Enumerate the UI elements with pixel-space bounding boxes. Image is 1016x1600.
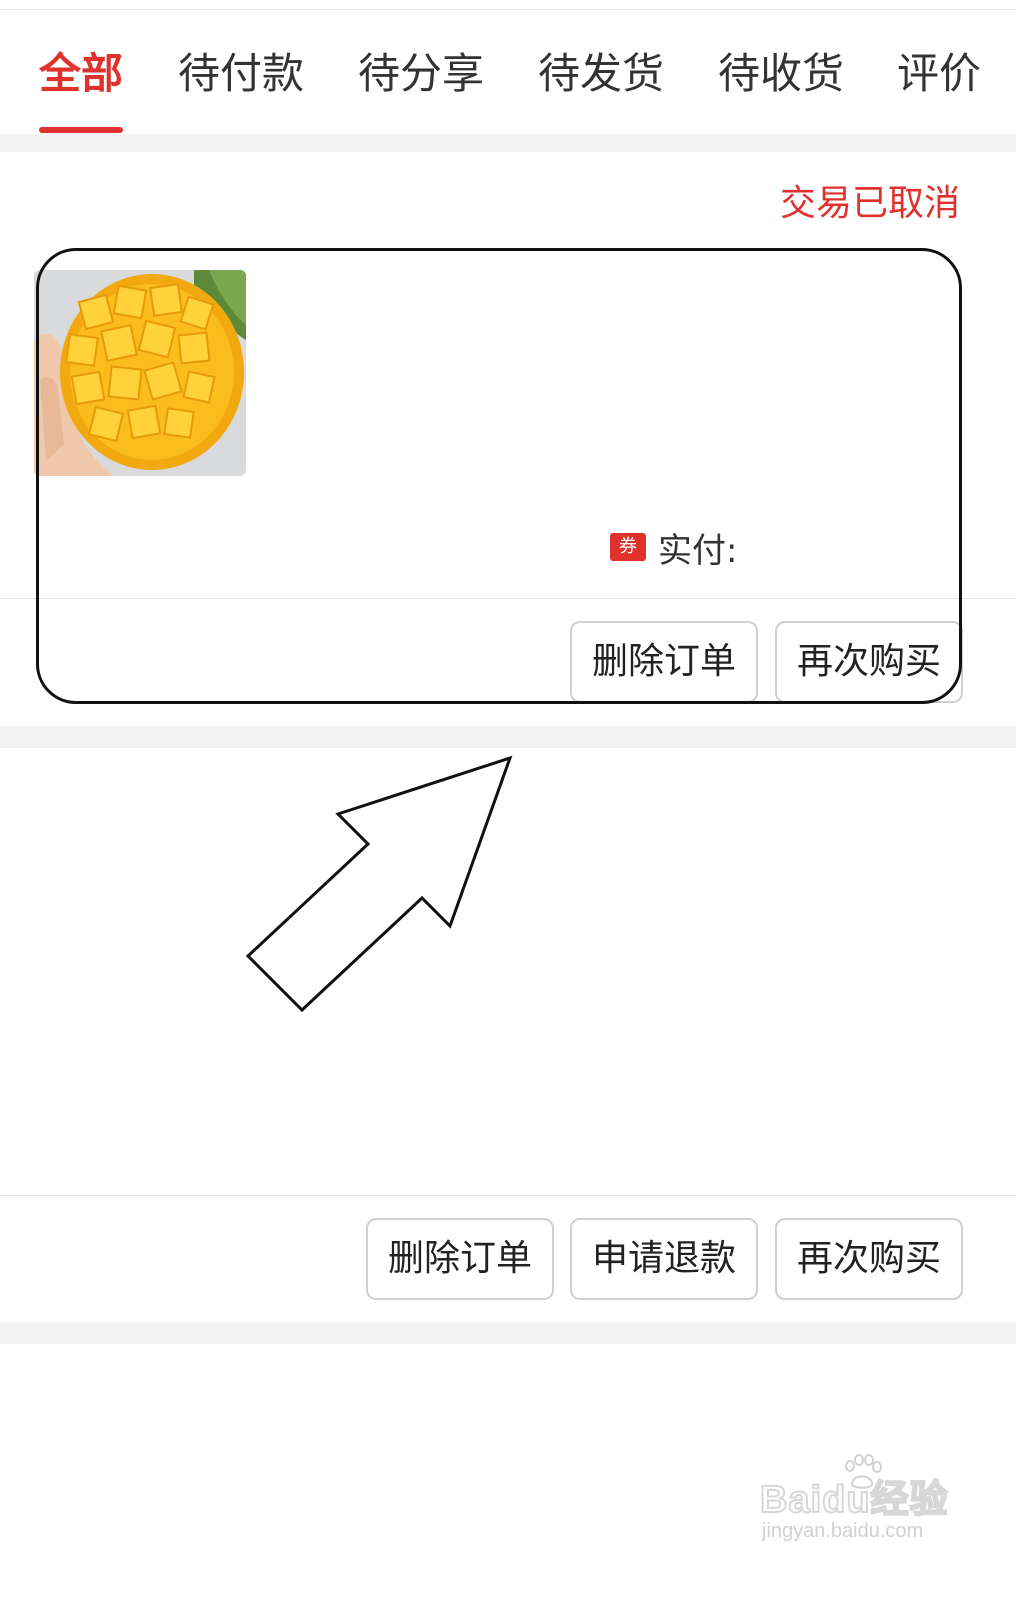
- order-tabs: 全部 待付款 待分享 待发货 待收货 评价: [0, 12, 1016, 134]
- tab-pending-share[interactable]: 待分享: [358, 44, 484, 104]
- order-card-cancelled: 交易已取消 券 实付: 删除订单 再次购买: [0, 152, 1016, 726]
- order-status: 交易已取消: [779, 183, 960, 224]
- mango-photo-icon: [34, 270, 246, 476]
- tab-pending-payment[interactable]: 待付款: [178, 44, 304, 104]
- delete-order-button[interactable]: 删除订单: [366, 1218, 554, 1300]
- product-image[interactable]: [34, 270, 246, 476]
- card-divider: [0, 1195, 1016, 1196]
- card-divider: [0, 598, 1016, 599]
- tab-pending-shipment[interactable]: 待发货: [538, 44, 664, 104]
- section-separator: [0, 726, 1016, 748]
- baidu-watermark: Baidu经验 jingyan.baidu.com: [759, 1454, 960, 1552]
- active-tab-indicator: [39, 127, 123, 133]
- request-refund-button[interactable]: 申请退款: [570, 1218, 758, 1300]
- paid-label: 实付:: [658, 530, 738, 571]
- buy-again-button[interactable]: 再次购买: [775, 1218, 963, 1300]
- section-separator: [0, 1322, 1016, 1344]
- order-card-second: 删除订单 申请退款 再次购买: [0, 748, 1016, 1322]
- top-edge-line: [0, 0, 1016, 10]
- buy-again-button[interactable]: 再次购买: [775, 621, 963, 703]
- watermark-url: jingyan.baidu.com: [762, 1520, 924, 1542]
- coupon-badge: 券: [610, 533, 646, 561]
- tab-pending-receipt[interactable]: 待收货: [718, 44, 844, 104]
- delete-order-button[interactable]: 删除订单: [570, 621, 758, 703]
- tab-review[interactable]: 评价: [897, 44, 981, 104]
- tab-all[interactable]: 全部: [39, 44, 123, 104]
- watermark-text: Baidu经验: [759, 1478, 949, 1522]
- paid-amount-row: 券 实付:: [610, 525, 738, 571]
- section-separator: [0, 134, 1016, 152]
